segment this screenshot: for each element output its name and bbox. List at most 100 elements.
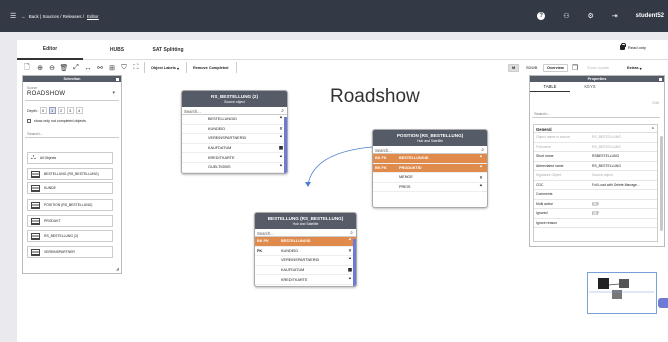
entity-column-row[interactable]: GUELTIGBIS❞	[255, 285, 356, 287]
chevron-up-icon[interactable]: ^	[652, 126, 654, 131]
entity-column-row[interactable]: FK KUNDEID #	[255, 247, 356, 257]
properties-search-input[interactable]: Search...	[532, 109, 660, 118]
entity-column-row[interactable]: KAUFDATUM ▦	[182, 144, 287, 154]
entity-column-row[interactable]: KREDITKARTE ❞	[182, 153, 287, 163]
column-name: BESTELLUNGID	[208, 117, 237, 122]
entity-column-row[interactable]: MENGE #	[373, 173, 487, 183]
edit-button[interactable]: Edit	[652, 101, 659, 105]
property-row[interactable]: Multi active	[534, 200, 657, 209]
column-name: KUNDEID	[281, 248, 299, 253]
entity-column-row[interactable]: PREIS ❞	[373, 183, 487, 193]
minimap-node	[612, 290, 622, 299]
entity-column-row[interactable]: KREDITKARTE ❞	[255, 275, 356, 285]
entity-column-row[interactable]: VEREINSPARTNERID ❞	[182, 134, 287, 144]
column-name: BESTELLUNGID	[281, 239, 311, 244]
column-name: PRODUKTID	[399, 165, 422, 170]
search-icon: ⌕	[481, 146, 484, 153]
search-icon: ⌕	[281, 107, 284, 114]
minimap[interactable]	[587, 272, 657, 314]
property-row[interactable]: CDC Full Load with Delete Manage...	[534, 181, 657, 190]
property-row[interactable]: Comments	[534, 190, 657, 200]
entity-scrollbar[interactable]	[353, 239, 356, 286]
properties-grid: General ^ Object name in source RS_BESTEL…	[533, 124, 658, 242]
column-name: GUELTIGBIS	[208, 165, 231, 170]
properties-tabs: TABLE KEYS	[530, 82, 664, 92]
column-name: KREDITKARTE	[281, 277, 308, 282]
toggle-switch[interactable]	[592, 201, 599, 206]
property-key: Multi active	[536, 201, 553, 206]
entity-search-input[interactable]: Search... ⌕	[255, 229, 356, 237]
column-name: VEREINSPARTNERID	[208, 136, 247, 141]
column-name: KUNDEID	[208, 126, 226, 131]
entity-card-position[interactable]: POSITION (RS_BESTELLUNG) Hub and Satelli…	[372, 129, 488, 208]
column-name: KAUFDATUM	[208, 146, 232, 151]
minimap-edge	[608, 283, 620, 286]
property-row[interactable]: Ignored	[534, 209, 657, 219]
entity-header: RS_BESTELLUNG (2) Source object	[182, 91, 287, 107]
properties-panel: Properties TABLE KEYS Edit Search... Gen…	[529, 75, 665, 247]
text-type-icon: ❞	[344, 286, 356, 287]
panel-minimize-icon[interactable]	[659, 77, 662, 81]
property-value[interactable]: Source object	[592, 173, 657, 177]
toggle-switch[interactable]	[592, 211, 599, 216]
chat-bubble-icon[interactable]	[658, 298, 668, 308]
property-key: Ignored	[536, 211, 548, 216]
property-value[interactable]	[592, 211, 657, 216]
column-name: VEREINSPARTNERID	[281, 258, 320, 263]
property-value[interactable]: Full Load with Delete Manage...	[592, 183, 657, 187]
minimap-node	[619, 279, 629, 288]
entity-column-row[interactable]: VEREINSPARTNERID ❞	[255, 256, 356, 266]
property-row[interactable]: Abbreviated name RS_BESTELLUNG	[534, 162, 657, 171]
group-general-header[interactable]: General ^	[534, 125, 657, 133]
entity-search-placeholder: Search...	[257, 230, 274, 236]
property-value[interactable]	[592, 201, 657, 206]
entity-column-row[interactable]: KUNDEID #	[182, 125, 287, 135]
entity-column-row[interactable]: GUELTIGBIS❞	[182, 163, 287, 173]
property-value[interactable]: RS_BESTELLUNG	[592, 164, 657, 168]
property-value[interactable]: RS_BESTELLUNG	[592, 135, 657, 139]
entity-column-row[interactable]: KAUFDATUM ▦	[255, 266, 356, 276]
tab-table[interactable]: TABLE	[530, 82, 570, 92]
entity-search-input[interactable]: Search... ⌕	[373, 146, 487, 154]
minimap-node	[598, 278, 609, 289]
column-key-marker: BK PK	[257, 239, 269, 244]
property-row[interactable]: Short name RSBESTELLUNG	[534, 152, 657, 162]
column-key-marker: BK FK	[375, 165, 387, 170]
entity-column-row[interactable]: BK FK PRODUKTID ❞	[373, 163, 487, 174]
property-row[interactable]: Signature Object Source object	[534, 171, 657, 181]
entity-title: BESTELLUNG (RS_BESTELLUNG)	[267, 216, 344, 221]
connector-line[interactable]	[307, 146, 373, 186]
entity-header: BESTELLUNG (RS_BESTELLUNG) Hub and Satel…	[255, 213, 356, 229]
property-key: Signature Object	[536, 173, 562, 178]
property-value[interactable]: RSBESTELLUNG	[592, 154, 657, 158]
text-type-icon: ❞	[479, 164, 483, 170]
property-value[interactable]: RS_BESTELLUNG	[592, 145, 657, 149]
entity-column-row[interactable]: BK FK BESTELLUNGID ❞	[373, 154, 487, 164]
entity-search-placeholder: Search...	[184, 108, 201, 114]
column-name: PREIS	[399, 185, 411, 190]
property-key: Full name	[536, 144, 551, 149]
column-key-marker: BK FK	[375, 156, 387, 161]
entity-card-bestellung[interactable]: BESTELLUNG (RS_BESTELLUNG) Hub and Satel…	[254, 212, 357, 287]
property-row[interactable]: Full name RS_BESTELLUNG	[534, 143, 657, 152]
property-key: CDC	[536, 182, 544, 187]
column-name: BESTELLUNGID	[399, 156, 429, 161]
column-key-marker: FK	[257, 248, 263, 253]
property-key: Short name	[536, 154, 554, 159]
entity-scrollbar[interactable]	[284, 117, 287, 173]
entity-column-row[interactable]: BK PK BESTELLUNGID ❞	[255, 237, 356, 247]
properties-scrollbar[interactable]	[660, 136, 663, 231]
property-row[interactable]: Object name in source RS_BESTELLUNG	[534, 133, 657, 143]
property-row[interactable]: Ignore reason	[534, 219, 657, 228]
entity-search-input[interactable]: Search... ⌕	[182, 107, 287, 115]
text-type-icon: ❞	[479, 155, 483, 161]
connector-arrow-icon	[305, 182, 311, 187]
column-name: KAUFDATUM	[281, 268, 305, 273]
column-name: MENGE	[399, 175, 413, 180]
tab-keys[interactable]: KEYS	[570, 82, 610, 92]
entity-column-row[interactable]: BESTELLUNGID ❞	[182, 115, 287, 125]
entity-subtitle: Source object	[224, 100, 245, 104]
properties-title: Properties	[587, 77, 607, 81]
entity-card-rs-bestellung-2[interactable]: RS_BESTELLUNG (2) Source object Search..…	[181, 90, 288, 174]
column-name: KREDITKARTE	[208, 155, 235, 160]
